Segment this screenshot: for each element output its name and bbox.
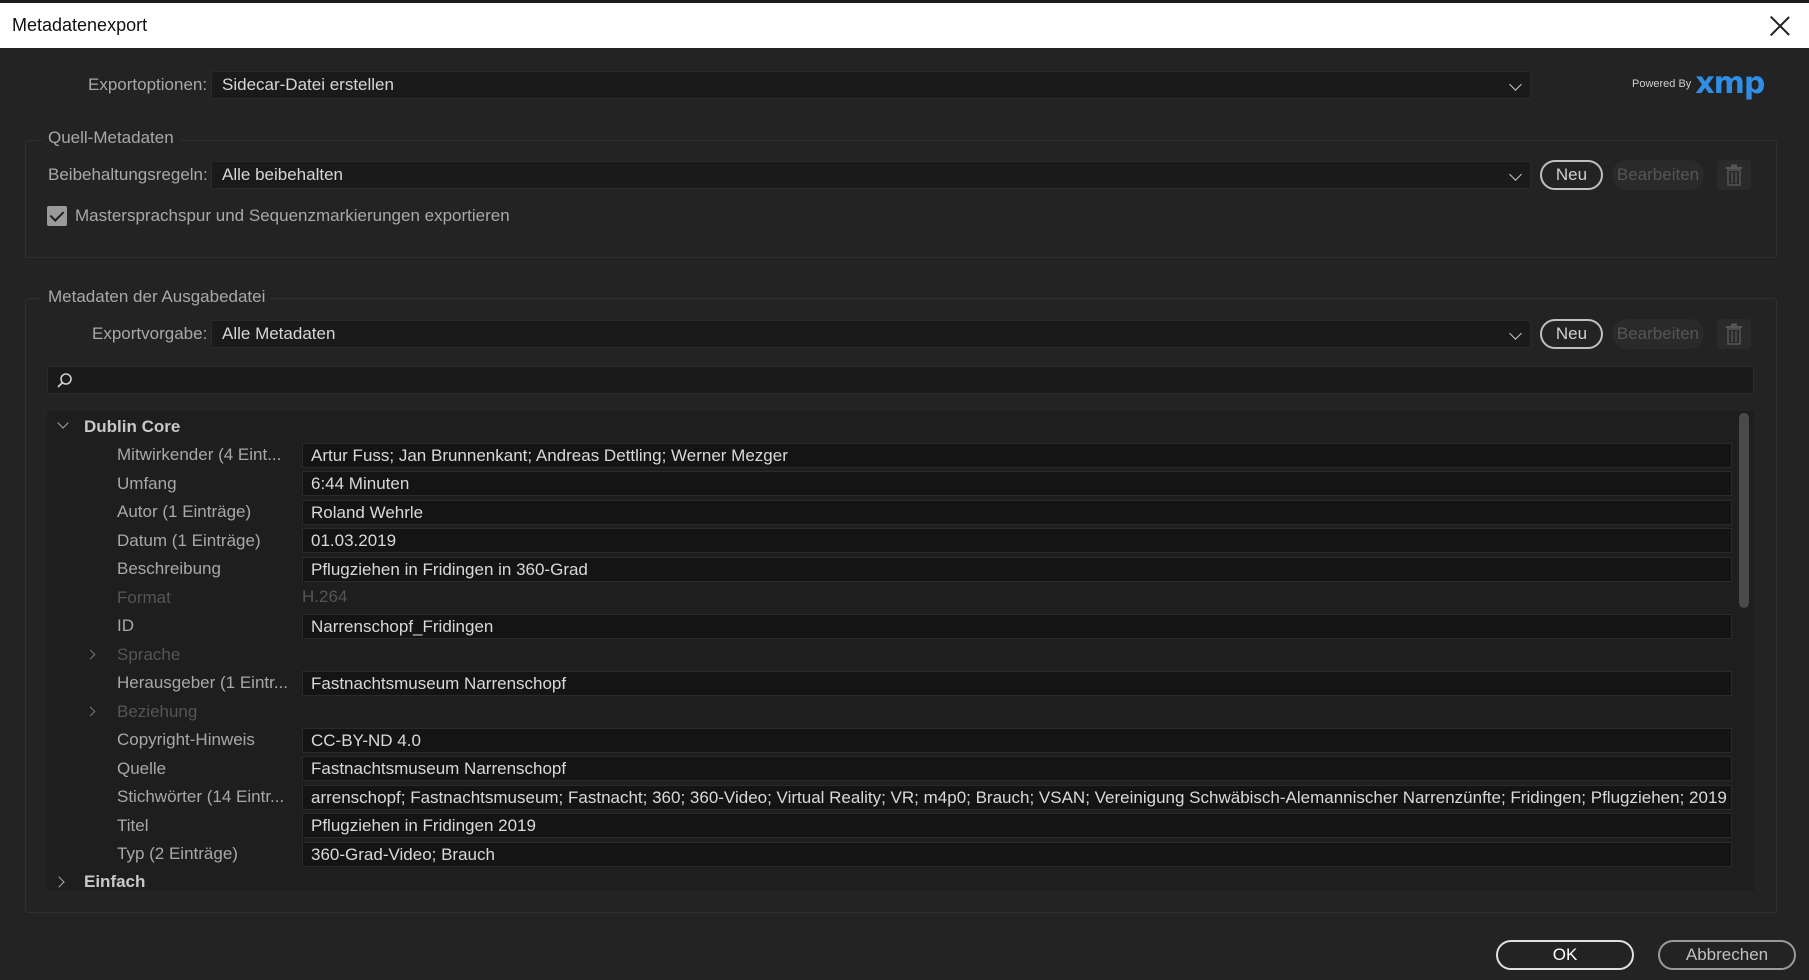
cancel-button[interactable]: Abbrechen bbox=[1658, 940, 1796, 970]
tree-row-value[interactable]: Roland Wehrle bbox=[302, 499, 1732, 525]
tree-row-value[interactable]: Pflugziehen in Fridingen 2019 bbox=[302, 813, 1732, 838]
tree-row: Herausgeber (1 Eintr... Fastnachtsmuseum… bbox=[47, 669, 1737, 697]
tree-row-value[interactable]: CC-BY-ND 4.0 bbox=[302, 727, 1732, 753]
tree-row-label: Typ (2 Einträge) bbox=[117, 844, 238, 863]
tree-row: Quelle Fastnachtsmuseum Narrenschopf bbox=[47, 755, 1737, 783]
metadata-search-input[interactable] bbox=[47, 366, 1754, 394]
retention-rules-select[interactable]: Alle beibehalten bbox=[211, 161, 1531, 189]
xmp-logo-text: xmp bbox=[1695, 66, 1765, 101]
output-metadata-title: Metadaten der Ausgabedatei bbox=[42, 287, 272, 307]
edit-preset-button[interactable]: Bearbeiten bbox=[1612, 319, 1704, 349]
export-preset-select[interactable]: Alle Metadaten bbox=[211, 320, 1531, 348]
chevron-right-icon[interactable] bbox=[85, 706, 96, 716]
tree-row-label: Beschreibung bbox=[117, 559, 221, 578]
tree-scrollbar[interactable] bbox=[1739, 413, 1749, 608]
chevron-down-icon[interactable] bbox=[57, 417, 69, 429]
tree-row-label: Titel bbox=[117, 815, 149, 835]
tree-row-label: Autor (1 Einträge) bbox=[117, 502, 252, 521]
tree-row-label: Quelle bbox=[117, 758, 167, 778]
retention-rules-label: Beibehaltungsregeln: bbox=[48, 165, 208, 184]
export-preset-label: Exportvorgabe: bbox=[92, 324, 208, 343]
tree-row-label: Mitwirkender (4 Eint... bbox=[117, 445, 282, 464]
tree-row-value[interactable]: Fastnachtsmuseum Narrenschopf bbox=[302, 756, 1732, 781]
retention-rules-value: Alle beibehalten bbox=[222, 165, 343, 184]
source-metadata-panel bbox=[25, 140, 1777, 258]
trash-icon bbox=[1726, 323, 1742, 345]
tree-row: Stichwörter (14 Eintr... arrenschopf; Fa… bbox=[47, 783, 1737, 811]
search-icon bbox=[57, 373, 72, 388]
tree-row-label: Datum (1 Einträge) bbox=[117, 530, 261, 550]
tree-row-value[interactable]: 360-Grad-Video; Brauch bbox=[302, 841, 1732, 867]
close-icon[interactable] bbox=[1769, 15, 1791, 37]
tree-group-label: Dublin Core bbox=[84, 417, 181, 436]
delete-rule-button[interactable] bbox=[1717, 160, 1751, 190]
tree-row: Typ (2 Einträge) 360-Grad-Video; Brauch bbox=[47, 840, 1737, 868]
metadata-tree: Dublin Core Mitwirkender (4 Eint... Artu… bbox=[47, 411, 1754, 891]
chevron-right-icon[interactable] bbox=[53, 876, 65, 888]
tree-row[interactable]: Sprache bbox=[47, 641, 1737, 669]
tree-row-label: Beziehung bbox=[117, 701, 198, 721]
tree-row: ID Narrenschopf_Fridingen bbox=[47, 612, 1737, 640]
edit-rule-button[interactable]: Bearbeiten bbox=[1612, 160, 1704, 190]
new-rule-button[interactable]: Neu bbox=[1540, 160, 1603, 190]
checkbox-checked[interactable] bbox=[47, 206, 67, 226]
tree-row-value[interactable]: Narrenschopf_Fridingen bbox=[302, 613, 1732, 639]
tree-row: Autor (1 Einträge) Roland Wehrle bbox=[47, 498, 1737, 526]
export-options-select[interactable]: Sidecar-Datei erstellen bbox=[211, 71, 1531, 99]
tree-row: Format H.264 bbox=[47, 584, 1737, 612]
tree-row: Titel Pflugziehen in Fridingen 2019 bbox=[47, 812, 1737, 840]
tree-row-value[interactable]: Artur Fuss; Jan Brunnenkant; Andreas Det… bbox=[302, 442, 1732, 468]
tree-row: Beschreibung Pflugziehen in Fridingen in… bbox=[47, 555, 1737, 583]
chevron-right-icon[interactable] bbox=[85, 649, 96, 659]
tree-row-value[interactable]: Fastnachtsmuseum Narrenschopf bbox=[302, 670, 1732, 696]
tree-row-label: Copyright-Hinweis bbox=[117, 730, 255, 749]
tree-row-value[interactable]: 01.03.2019 bbox=[302, 528, 1732, 553]
trash-icon bbox=[1726, 164, 1742, 186]
title-bar: Metadatenexport bbox=[0, 0, 1809, 48]
tree-row-value: H.264 bbox=[302, 587, 348, 606]
export-master-checkbox-row[interactable]: Mastersprachspur und Sequenzmarkierungen… bbox=[47, 206, 510, 226]
tree-row[interactable]: Beziehung bbox=[47, 698, 1737, 726]
tree-group-dublin-core[interactable]: Dublin Core bbox=[47, 413, 1737, 441]
tree-group-einfach[interactable]: Einfach bbox=[47, 868, 1737, 896]
delete-preset-button[interactable] bbox=[1717, 319, 1751, 349]
source-metadata-title: Quell-Metadaten bbox=[42, 128, 180, 148]
tree-row-label: Sprache bbox=[117, 644, 181, 664]
tree-row: Umfang 6:44 Minuten bbox=[47, 470, 1737, 498]
tree-row-value[interactable]: 6:44 Minuten bbox=[302, 471, 1732, 496]
export-options-value: Sidecar-Datei erstellen bbox=[222, 75, 394, 94]
powered-by-text: Powered By bbox=[1632, 77, 1692, 90]
tree-row-label: Umfang bbox=[117, 473, 177, 493]
tree-row-label: Format bbox=[117, 587, 171, 607]
chevron-down-icon bbox=[1509, 78, 1522, 91]
tree-row-label: Stichwörter (14 Eintr... bbox=[117, 787, 285, 806]
tree-row-label: ID bbox=[117, 616, 134, 635]
window-title: Metadatenexport bbox=[12, 15, 148, 35]
tree-row-value[interactable]: Pflugziehen in Fridingen in 360-Grad bbox=[302, 556, 1732, 582]
tree-group-label: Einfach bbox=[84, 872, 146, 891]
tree-row: Mitwirkender (4 Eint... Artur Fuss; Jan … bbox=[47, 441, 1737, 469]
tree-row: Copyright-Hinweis CC-BY-ND 4.0 bbox=[47, 726, 1737, 754]
chevron-down-icon bbox=[1509, 327, 1522, 340]
chevron-down-icon bbox=[1509, 168, 1522, 181]
export-preset-value: Alle Metadaten bbox=[222, 324, 336, 343]
xmp-logo: Powered By xmp bbox=[1632, 66, 1765, 101]
ok-button[interactable]: OK bbox=[1496, 940, 1634, 970]
tree-row: Datum (1 Einträge) 01.03.2019 bbox=[47, 527, 1737, 555]
export-master-checkbox-label: Mastersprachspur und Sequenzmarkierungen… bbox=[75, 206, 510, 225]
tree-row-value[interactable]: arrenschopf; Fastnachtsmuseum; Fastnacht… bbox=[302, 784, 1732, 810]
new-preset-button[interactable]: Neu bbox=[1540, 319, 1603, 349]
tree-row-label: Herausgeber (1 Eintr... bbox=[117, 673, 289, 692]
export-options-label: Exportoptionen: bbox=[88, 75, 208, 94]
